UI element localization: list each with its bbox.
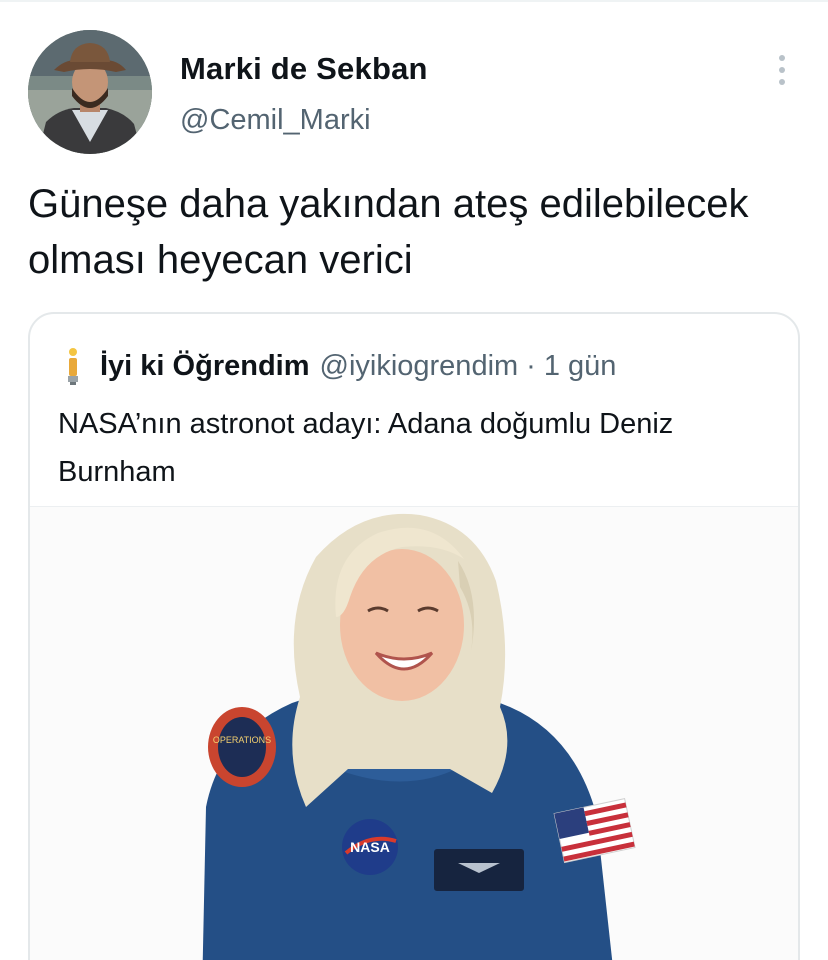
nasa-badge-label: NASA — [350, 839, 390, 855]
more-dot-3 — [779, 79, 785, 85]
more-dot-1 — [779, 55, 785, 61]
tweet-header: Marki de Sekban @Cemil_Marki — [28, 30, 800, 156]
quoted-media-image[interactable]: OPERATIONS NASA — [30, 506, 798, 960]
author-handle[interactable]: @Cemil_Marki — [180, 102, 428, 138]
mission-patch-label: OPERATIONS — [213, 735, 271, 745]
astronaut-photo: OPERATIONS NASA — [30, 507, 798, 960]
tweet-text: Güneşe daha yakından ateş edilebilecek o… — [28, 182, 749, 282]
avatar-photo — [28, 30, 152, 154]
quoted-text: NASA’nın astronot adayı: Adana doğumlu D… — [58, 408, 674, 488]
more-options-icon[interactable] — [768, 50, 796, 90]
lightbulb-icon — [60, 346, 86, 386]
quoted-timestamp[interactable]: 1 gün — [544, 350, 617, 383]
quoted-tweet[interactable]: İyi ki Öğrendim @iyikiogrendim · 1 gün N… — [28, 312, 800, 960]
author-block: Marki de Sekban @Cemil_Marki — [180, 50, 428, 138]
author-display-name[interactable]: Marki de Sekban — [180, 50, 428, 88]
more-dot-2 — [779, 67, 785, 73]
top-divider — [0, 0, 828, 2]
quoted-handle[interactable]: @iyikiogrendim — [320, 350, 519, 383]
avatar[interactable] — [28, 30, 152, 154]
quoted-display-name[interactable]: İyi ki Öğrendim — [100, 350, 310, 383]
quoted-separator: · — [526, 349, 536, 382]
quoted-tweet-header: İyi ki Öğrendim @iyikiogrendim · 1 gün — [60, 344, 616, 388]
